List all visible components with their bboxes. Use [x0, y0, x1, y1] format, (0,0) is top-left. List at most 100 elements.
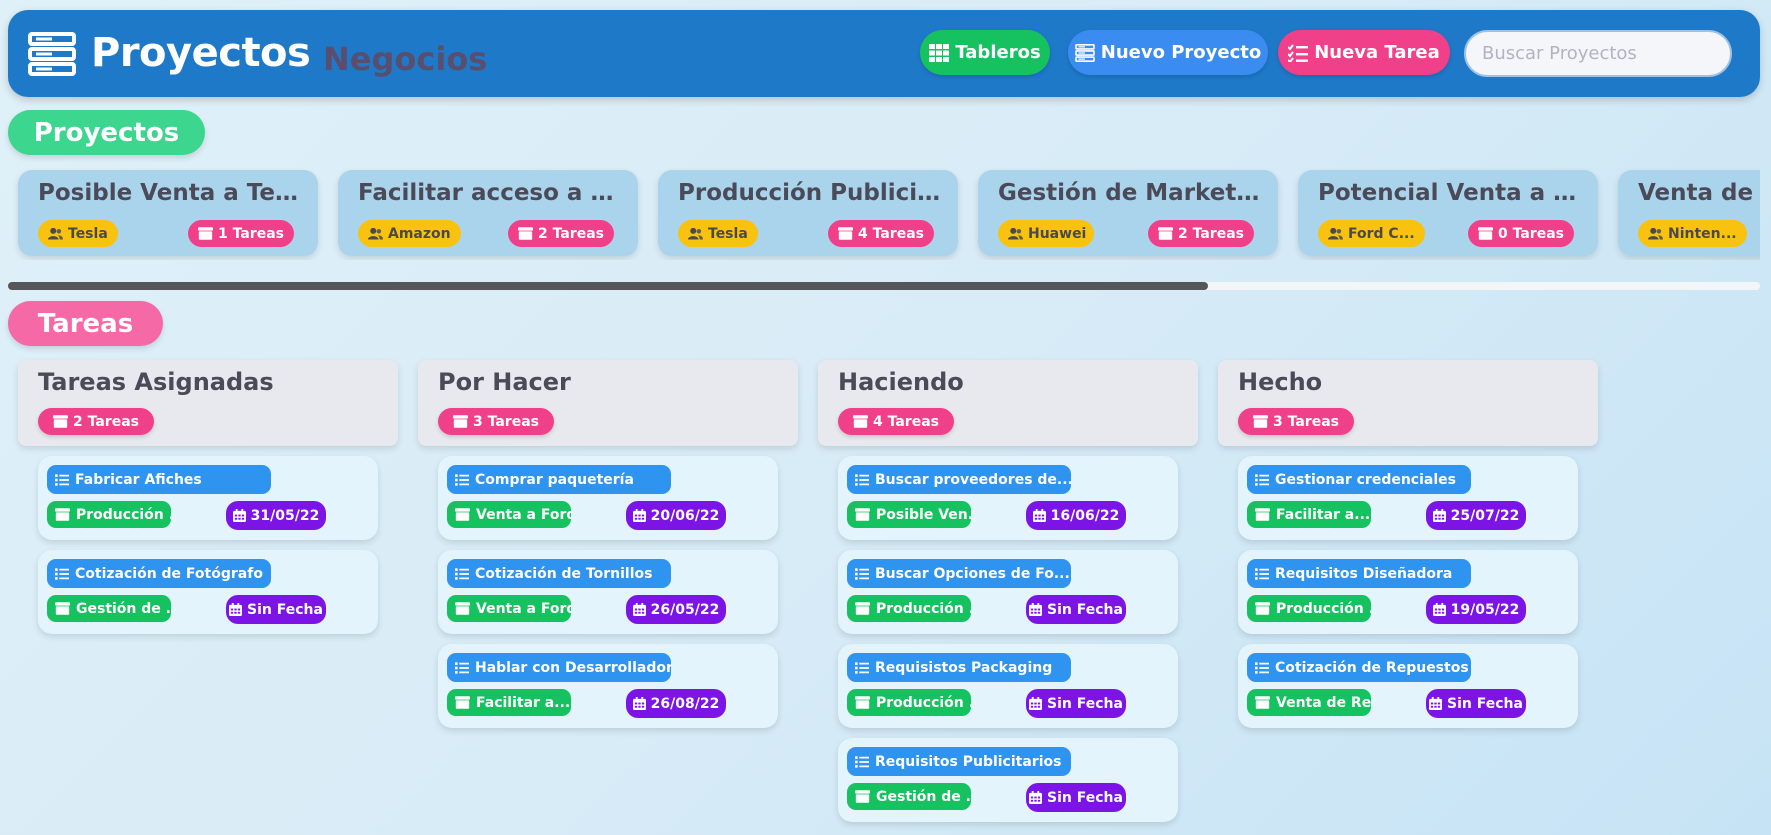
list-icon: [455, 662, 469, 674]
task-count: 1 Tareas: [218, 225, 284, 242]
task-project: Gestión de ...: [76, 600, 171, 617]
task-name-chip[interactable]: Requisistos Packaging: [847, 653, 1071, 682]
task-project-chip[interactable]: Producción ...: [1247, 595, 1371, 622]
tableros-button[interactable]: Tableros: [920, 30, 1050, 75]
project-card[interactable]: Posible Venta a Tesla Tesla 1 Tareas: [18, 170, 318, 256]
task-name-chip[interactable]: Fabricar Afiches: [47, 465, 271, 494]
task-date: Sin Fecha: [1047, 695, 1123, 712]
task-project-chip[interactable]: Venta a Ford: [447, 595, 571, 622]
calendar-icon: [1029, 603, 1042, 616]
task-project-chip[interactable]: Gestión de ...: [847, 783, 971, 810]
list-icon: [1255, 568, 1269, 580]
client-chip[interactable]: Tesla: [38, 220, 118, 247]
folder-icon: [855, 602, 870, 615]
task-name-chip[interactable]: Buscar proveedores de...: [847, 465, 1071, 494]
task-project-chip[interactable]: Posible Ven...: [847, 501, 971, 528]
list-icon: [855, 568, 869, 580]
folder-icon: [853, 415, 868, 428]
task-name-chip[interactable]: Requisitos Publicitarios: [847, 747, 1071, 776]
task-name: Buscar proveedores de...: [875, 471, 1071, 488]
task-count: 0 Tareas: [1498, 225, 1564, 242]
task-date-chip[interactable]: Sin Fecha: [226, 595, 326, 624]
task-date-chip[interactable]: 25/07/22: [1426, 501, 1526, 530]
column-count: 3 Tareas: [1273, 413, 1339, 430]
client-chip[interactable]: Amazon: [358, 220, 461, 247]
project-card[interactable]: Facilitar acceso a Amazon Amazon 2 Tarea…: [338, 170, 638, 256]
task-project-chip[interactable]: Venta a Ford: [447, 501, 571, 528]
task-project-chip[interactable]: Facilitar a...: [1247, 501, 1371, 528]
projects-scrollbar-thumb[interactable]: [8, 282, 1208, 290]
project-card[interactable]: Producción Publicitaria Tesla 4 Tareas: [658, 170, 958, 256]
project-card[interactable]: Gestión de Marketing Huawei 2 Tareas: [978, 170, 1278, 256]
task-card[interactable]: Requisistos Packaging Producción ... Sin…: [838, 644, 1178, 728]
task-date-chip[interactable]: 20/06/22: [626, 501, 726, 530]
task-project-chip[interactable]: Gestión de ...: [47, 595, 171, 622]
task-card[interactable]: Cotización de Repuestos Venta de Re... S…: [1238, 644, 1578, 728]
task-card[interactable]: Buscar proveedores de... Posible Ven... …: [838, 456, 1178, 540]
projects-carousel[interactable]: Posible Venta a Tesla Tesla 1 Tareas Fac…: [8, 168, 1760, 260]
column-header: Haciendo 4 Tareas: [818, 360, 1198, 446]
search-input[interactable]: [1464, 30, 1732, 77]
grid-icon: [929, 44, 949, 62]
project-card[interactable]: Venta de Repuestos Ninten...: [1618, 170, 1760, 256]
new-project-button[interactable]: Nuevo Proyecto: [1068, 30, 1268, 75]
task-card[interactable]: Buscar Opciones de Fo... Producción ... …: [838, 550, 1178, 634]
folder-icon: [455, 696, 470, 709]
task-date: 25/07/22: [1450, 507, 1520, 524]
calendar-icon: [633, 603, 646, 616]
task-name-chip[interactable]: Requisitos Diseñadora: [1247, 559, 1471, 588]
client-chip[interactable]: Ford C...: [1318, 220, 1425, 247]
task-date-chip[interactable]: 26/05/22: [626, 595, 726, 624]
task-name-chip[interactable]: Cotización de Fotógrafo: [47, 559, 271, 588]
task-project-chip[interactable]: Producción ...: [847, 689, 971, 716]
task-card[interactable]: Hablar con Desarrollador Facilitar a... …: [438, 644, 778, 728]
calendar-icon: [1433, 509, 1446, 522]
task-name-chip[interactable]: Gestionar credenciales: [1247, 465, 1471, 494]
task-card[interactable]: Requisitos Diseñadora Producción ... 19/…: [1238, 550, 1578, 634]
task-name: Gestionar credenciales: [1275, 471, 1456, 488]
task-name-chip[interactable]: Comprar paquetería: [447, 465, 671, 494]
client-chip[interactable]: Ninten...: [1638, 220, 1747, 247]
task-date-chip[interactable]: 16/06/22: [1026, 501, 1126, 530]
task-date-chip[interactable]: Sin Fecha: [1026, 783, 1126, 812]
task-card[interactable]: Cotización de Tornillos Venta a Ford 26/…: [438, 550, 778, 634]
task-card[interactable]: Gestionar credenciales Facilitar a... 25…: [1238, 456, 1578, 540]
task-card[interactable]: Fabricar Afiches Producción ... 31/05/22: [38, 456, 378, 540]
task-name-chip[interactable]: Cotización de Repuestos: [1247, 653, 1471, 682]
task-project-chip[interactable]: Facilitar a...: [447, 689, 571, 716]
task-name-chip[interactable]: Buscar Opciones de Fo...: [847, 559, 1071, 588]
task-date-chip[interactable]: Sin Fecha: [1026, 595, 1126, 624]
task-name: Fabricar Afiches: [75, 471, 202, 488]
task-name: Requisitos Publicitarios: [875, 753, 1062, 770]
calendar-icon: [1433, 603, 1446, 616]
task-date-chip[interactable]: 19/05/22: [1426, 595, 1526, 624]
project-card[interactable]: Potencial Venta a Ford Ford C... 0 Tarea…: [1298, 170, 1598, 256]
task-name-chip[interactable]: Hablar con Desarrollador: [447, 653, 671, 682]
client-chip[interactable]: Huawei: [998, 220, 1094, 247]
task-date-chip[interactable]: Sin Fecha: [1026, 689, 1126, 718]
list-icon: [855, 474, 869, 486]
task-project-chip[interactable]: Venta de Re...: [1247, 689, 1371, 716]
task-date-chip[interactable]: Sin Fecha: [1426, 689, 1526, 718]
task-date-chip[interactable]: 26/08/22: [626, 689, 726, 718]
client-chip[interactable]: Tesla: [678, 220, 758, 247]
task-name: Cotización de Fotógrafo: [75, 565, 263, 582]
calendar-icon: [1029, 791, 1042, 804]
task-name: Comprar paquetería: [475, 471, 634, 488]
task-card[interactable]: Requisitos Publicitarios Gestión de ... …: [838, 738, 1178, 822]
task-card[interactable]: Comprar paquetería Venta a Ford 20/06/22: [438, 456, 778, 540]
task-project-chip[interactable]: Producción ...: [47, 501, 171, 528]
new-task-button[interactable]: Nueva Tarea: [1278, 30, 1450, 75]
user-group-icon: [688, 227, 703, 240]
folder-icon: [1158, 227, 1173, 240]
calendar-icon: [229, 603, 242, 616]
task-card[interactable]: Cotización de Fotógrafo Gestión de ... S…: [38, 550, 378, 634]
task-name-chip[interactable]: Cotización de Tornillos: [447, 559, 671, 588]
board-name[interactable]: Negocios: [323, 40, 487, 78]
folder-icon: [453, 415, 468, 428]
task-count-badge: 2 Tareas: [508, 220, 614, 247]
task-date-chip[interactable]: 31/05/22: [226, 501, 326, 530]
task-project: Producción ...: [876, 600, 971, 617]
task-project-chip[interactable]: Producción ...: [847, 595, 971, 622]
list-icon: [55, 474, 69, 486]
